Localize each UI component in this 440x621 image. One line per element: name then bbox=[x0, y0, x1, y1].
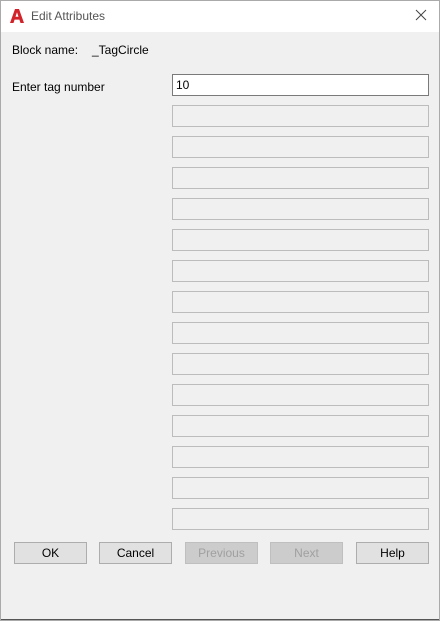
empty-attribute-field bbox=[172, 229, 429, 251]
title-bar: Edit Attributes bbox=[1, 1, 439, 32]
window-title: Edit Attributes bbox=[31, 9, 106, 23]
attribute-prompt-label: Enter tag number bbox=[12, 80, 105, 94]
empty-attribute-field bbox=[172, 322, 429, 344]
empty-attribute-field bbox=[172, 198, 429, 220]
empty-attribute-field bbox=[172, 384, 429, 406]
block-name-label: Block name: bbox=[12, 43, 79, 57]
block-name-value: _TagCircle bbox=[92, 43, 149, 57]
help-button[interactable]: Help bbox=[356, 542, 429, 564]
edit-attributes-dialog: Edit Attributes Block name: _TagCircle E… bbox=[0, 0, 440, 621]
empty-attribute-field bbox=[172, 136, 429, 158]
next-button[interactable]: Next bbox=[270, 542, 343, 564]
previous-button[interactable]: Previous bbox=[185, 542, 258, 564]
close-button[interactable] bbox=[409, 5, 433, 27]
empty-attribute-field bbox=[172, 291, 429, 313]
empty-attribute-field bbox=[172, 167, 429, 189]
empty-attribute-field bbox=[172, 508, 429, 530]
empty-attribute-field bbox=[172, 260, 429, 282]
ok-button[interactable]: OK bbox=[14, 542, 87, 564]
empty-attribute-field bbox=[172, 477, 429, 499]
empty-attribute-field bbox=[172, 353, 429, 375]
cancel-button[interactable]: Cancel bbox=[99, 542, 172, 564]
close-icon bbox=[415, 9, 427, 24]
window-bottom-edge bbox=[1, 619, 439, 620]
empty-attribute-field bbox=[172, 446, 429, 468]
autocad-a-icon bbox=[9, 8, 25, 24]
attribute-value-input[interactable] bbox=[172, 74, 429, 96]
empty-attribute-field bbox=[172, 415, 429, 437]
empty-attribute-field bbox=[172, 105, 429, 127]
